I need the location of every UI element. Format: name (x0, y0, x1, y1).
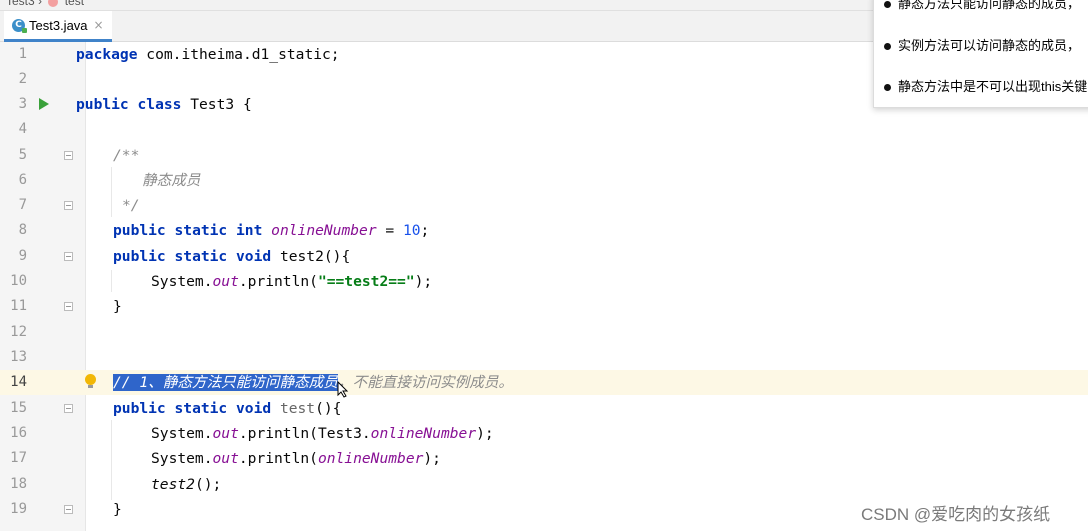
code-line[interactable]: 17 System.out.println(onlineNumber); (0, 446, 1088, 471)
breadcrumb-item-method[interactable]: test (65, 0, 84, 8)
code-text[interactable]: 静态成员 (142, 168, 200, 193)
line-number: 3 (18, 96, 27, 112)
code-line[interactable]: 7 */ (0, 193, 1088, 218)
line-number: 7 (18, 197, 27, 213)
popup-item: 实例方法可以访问静态的成员， (884, 35, 1080, 54)
line-number: 14 (10, 374, 27, 390)
code-text[interactable]: public class Test3 { (76, 92, 252, 117)
code-text[interactable]: public static int onlineNumber = 10; (113, 218, 429, 243)
line-number: 9 (18, 248, 27, 264)
code-line[interactable]: 15 public static void test(){ (0, 396, 1088, 421)
line-number: 11 (10, 298, 27, 314)
selected-text: // 1、静态方法只能访问静态成员 (113, 374, 338, 391)
breadcrumb: Test3 › test (6, 0, 84, 8)
code-text[interactable]: package com.itheima.d1_static; (76, 42, 340, 67)
fold-icon[interactable] (64, 151, 73, 160)
fold-icon[interactable] (64, 404, 73, 413)
code-text[interactable]: } (113, 294, 122, 319)
line-number: 2 (18, 71, 27, 87)
line-number: 10 (10, 273, 27, 289)
code-text[interactable]: test2(); (151, 472, 221, 497)
line-number: 18 (10, 476, 27, 492)
popup-item: 静态方法只能访问静态的成员， (884, 0, 1080, 12)
lightbulb-icon[interactable] (85, 374, 96, 388)
line-number: 5 (18, 147, 27, 163)
tab-label: Test3.java (29, 17, 88, 33)
java-class-icon: C (12, 18, 27, 33)
code-line[interactable]: 10 System.out.println("==test2=="); (0, 269, 1088, 294)
code-line-current[interactable]: 14 // 1、静态方法只能访问静态成员，不能直接访问实例成员。 (0, 370, 1088, 395)
popup-item: 静态方法中是不可以出现this关键 (884, 76, 1087, 95)
line-number: 15 (10, 400, 27, 416)
code-text[interactable]: // 1、静态方法只能访问静态成员，不能直接访问实例成员。 (113, 370, 513, 395)
close-icon[interactable]: × (94, 18, 104, 32)
line-number: 17 (10, 450, 27, 466)
line-number: 6 (18, 172, 27, 188)
code-text[interactable]: public static void test2(){ (113, 244, 350, 269)
code-text[interactable]: System.out.println(onlineNumber); (151, 446, 441, 471)
line-number: 16 (10, 425, 27, 441)
fold-icon[interactable] (64, 302, 73, 311)
line-number: 4 (18, 121, 27, 137)
code-line[interactable]: 18 test2(); (0, 472, 1088, 497)
code-line[interactable]: 11 } (0, 294, 1088, 319)
method-icon (48, 0, 59, 7)
breadcrumb-item-class[interactable]: Test3 (6, 0, 35, 8)
code-line[interactable]: 4 (0, 117, 1088, 142)
code-line[interactable]: 6 静态成员 (0, 168, 1088, 193)
fold-icon[interactable] (64, 252, 73, 261)
code-text[interactable]: System.out.println(Test3.onlineNumber); (151, 421, 494, 446)
code-line[interactable]: 9 public static void test2(){ (0, 244, 1088, 269)
code-line[interactable]: 13 (0, 345, 1088, 370)
line-number: 19 (10, 501, 27, 517)
toolbar-icons (832, 0, 862, 19)
tab-test3-java[interactable]: C Test3.java × (4, 11, 112, 42)
code-line[interactable]: 8 public static int onlineNumber = 10; (0, 218, 1088, 243)
code-text[interactable]: System.out.println("==test2=="); (151, 269, 432, 294)
chevron-right-icon: › (38, 0, 43, 8)
code-line[interactable]: 16 System.out.println(Test3.onlineNumber… (0, 421, 1088, 446)
fold-icon[interactable] (64, 201, 73, 210)
code-text[interactable]: } (113, 497, 122, 522)
notes-popup: 静态方法只能访问静态的成员， 实例方法可以访问静态的成员， 静态方法中是不可以出… (873, 0, 1088, 108)
watermark: CSDN @爱吃肉的女孩纸 (861, 505, 1051, 524)
line-number: 1 (18, 46, 27, 62)
code-text[interactable]: /** (113, 143, 139, 168)
line-number: 12 (10, 324, 27, 340)
line-number: 8 (18, 222, 27, 238)
code-text[interactable]: public static void test(){ (113, 396, 341, 421)
code-line[interactable]: 12 (0, 320, 1088, 345)
code-text[interactable]: */ (122, 193, 140, 218)
mouse-cursor-icon (337, 381, 349, 398)
fold-icon[interactable] (64, 505, 73, 514)
run-icon[interactable] (39, 98, 49, 110)
code-line[interactable]: 5 /** (0, 143, 1088, 168)
line-number: 13 (10, 349, 27, 365)
